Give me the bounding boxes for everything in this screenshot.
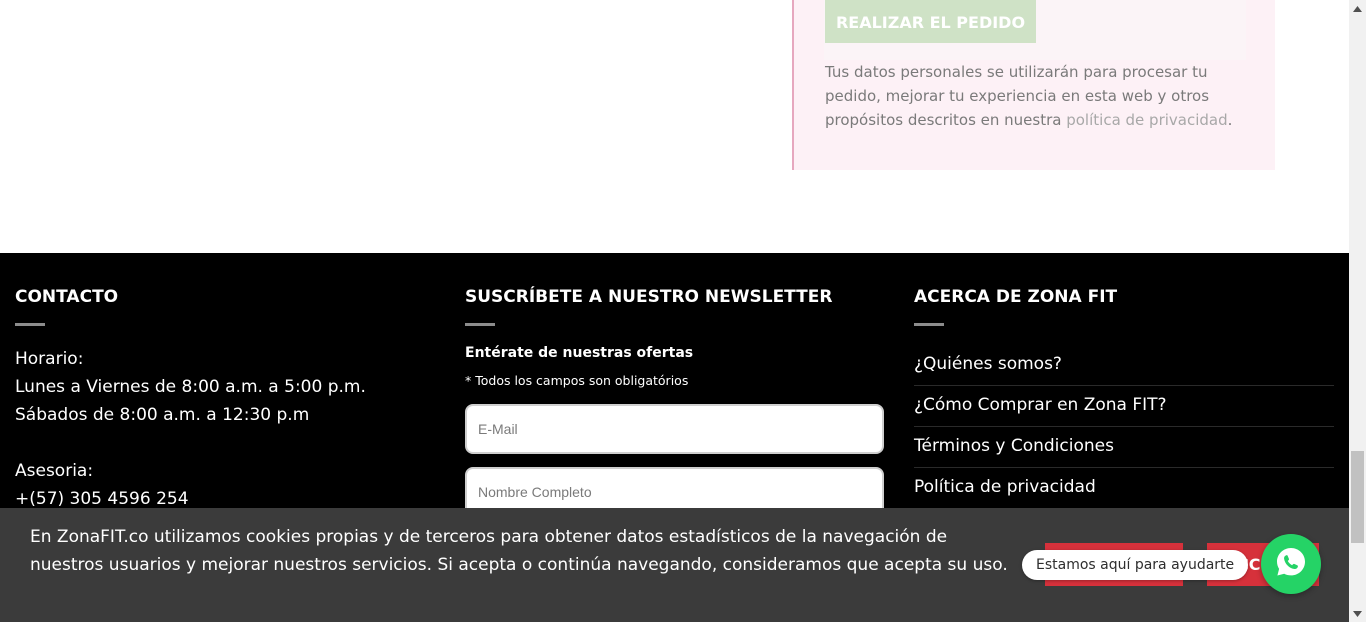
cookie-message: En ZonaFIT.co utilizamos cookies propias… bbox=[30, 527, 1008, 575]
support-label: Asesoria: bbox=[15, 461, 94, 481]
contact-info: Horario: Lunes a Viernes de 8:00 a.m. a … bbox=[15, 345, 366, 513]
required-fields-note: * Todos los campos son obligatórios bbox=[465, 373, 689, 388]
list-item: ¿Cómo Comprar en Zona FIT? bbox=[914, 386, 1334, 427]
about-us-link[interactable]: ¿Quiénes somos? bbox=[914, 354, 1062, 374]
email-field[interactable] bbox=[465, 404, 884, 454]
privacy-notice-end: . bbox=[1227, 111, 1233, 129]
about-links: ¿Quiénes somos? ¿Cómo Comprar en Zona FI… bbox=[914, 345, 1334, 509]
newsletter-title: SUSCRÍBETE A NUESTRO NEWSLETTER bbox=[465, 287, 833, 307]
vertical-scrollbar[interactable] bbox=[1349, 0, 1366, 622]
newsletter-subtitle: Entérate de nuestras ofertas bbox=[465, 345, 694, 361]
title-divider bbox=[914, 323, 944, 326]
how-to-buy-link[interactable]: ¿Cómo Comprar en Zona FIT? bbox=[914, 395, 1167, 415]
privacy-notice: Tus datos personales se utilizarán para … bbox=[825, 60, 1245, 132]
title-divider bbox=[15, 323, 45, 326]
privacy-policy-footer-link[interactable]: Política de privacidad bbox=[914, 477, 1096, 497]
scroll-up-icon[interactable] bbox=[1349, 0, 1366, 17]
list-item: ¿Quiénes somos? bbox=[914, 345, 1334, 386]
cookie-banner: En ZonaFIT.co utilizamos cookies propias… bbox=[0, 508, 1349, 622]
terms-link[interactable]: Términos y Condiciones bbox=[914, 436, 1114, 456]
order-review-panel: REALIZAR EL PEDIDO Tus datos personales … bbox=[792, 0, 1275, 170]
weekday-hours: Lunes a Viernes de 8:00 a.m. a 5:00 p.m. bbox=[15, 377, 366, 397]
whatsapp-chat-button[interactable] bbox=[1261, 534, 1321, 594]
hours-label: Horario: bbox=[15, 349, 84, 369]
chat-help-bubble[interactable]: Estamos aquí para ayudarte bbox=[1022, 550, 1249, 580]
list-item: Términos y Condiciones bbox=[914, 427, 1334, 468]
contact-title: CONTACTO bbox=[15, 287, 119, 307]
scrollbar-thumb[interactable] bbox=[1351, 451, 1364, 543]
about-title: ACERCA DE ZONA FIT bbox=[914, 287, 1118, 307]
place-order-button[interactable]: REALIZAR EL PEDIDO bbox=[825, 0, 1036, 43]
title-divider bbox=[465, 323, 495, 326]
list-item: Política de privacidad bbox=[914, 468, 1334, 509]
whatsapp-icon bbox=[1273, 544, 1309, 584]
privacy-policy-link[interactable]: política de privacidad bbox=[1066, 111, 1227, 129]
scroll-down-icon[interactable] bbox=[1349, 605, 1366, 622]
page: REALIZAR EL PEDIDO Tus datos personales … bbox=[0, 0, 1349, 622]
saturday-hours: Sábados de 8:00 a.m. a 12:30 p.m bbox=[15, 405, 310, 425]
